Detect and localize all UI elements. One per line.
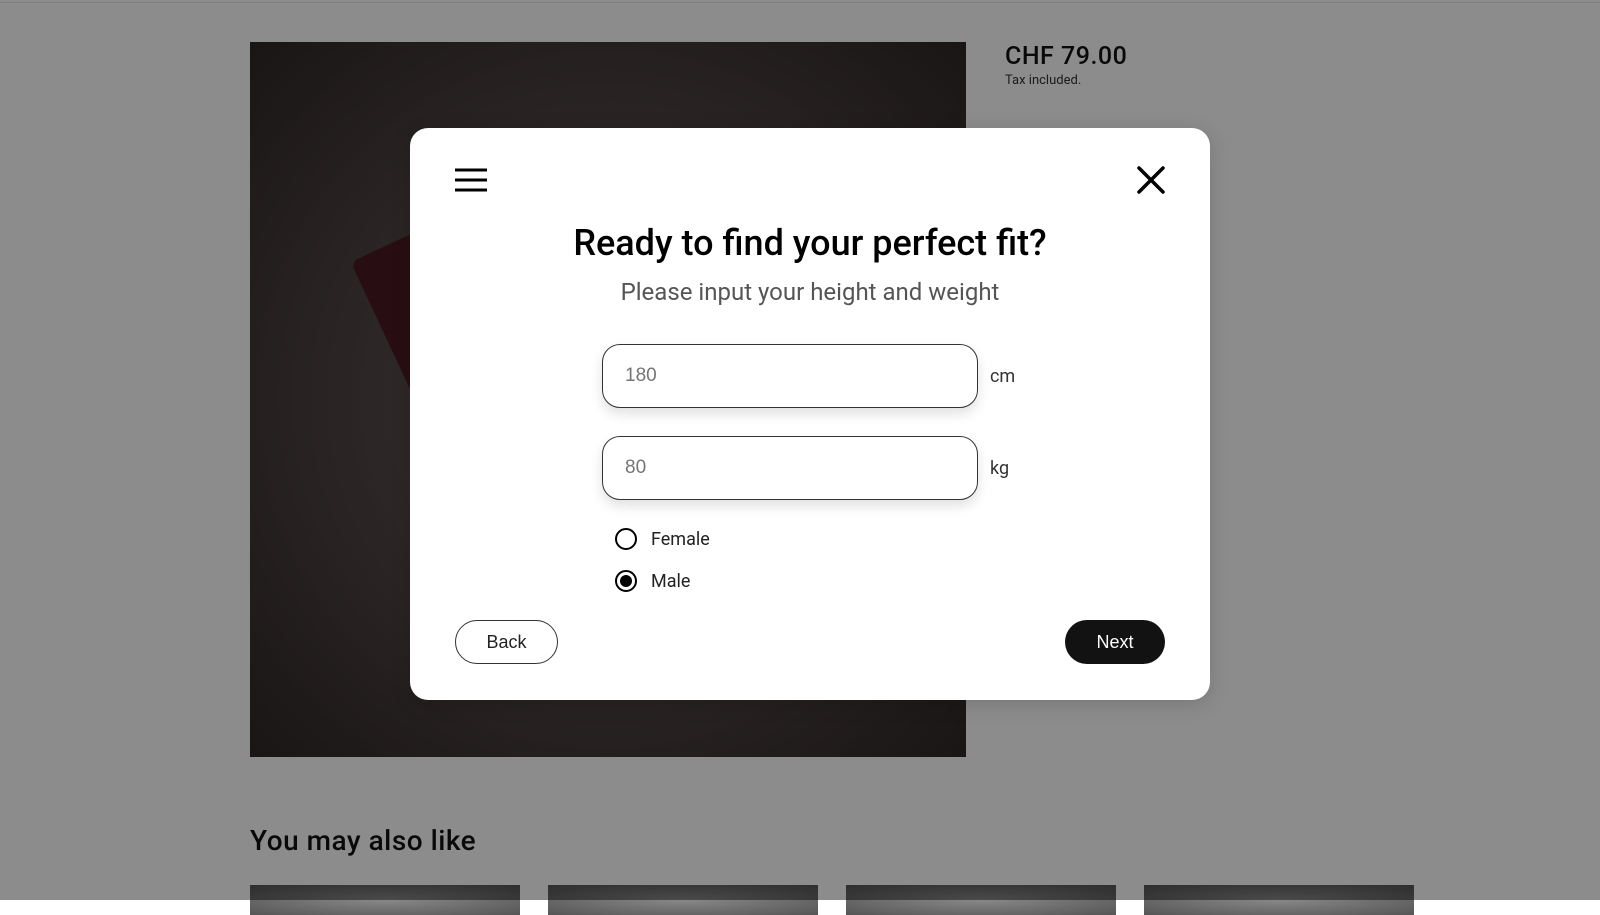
- radio-circle-icon: [615, 528, 637, 550]
- height-input-row: cm: [455, 344, 1165, 408]
- height-input[interactable]: [602, 344, 978, 408]
- height-unit: cm: [990, 366, 1018, 387]
- weight-input[interactable]: [602, 436, 978, 500]
- weight-unit: kg: [990, 458, 1018, 479]
- menu-icon[interactable]: [455, 167, 487, 193]
- modal-title: Ready to find your perfect fit?: [455, 222, 1165, 264]
- radio-male[interactable]: Male: [615, 570, 1165, 592]
- gender-radio-group: Female Male: [615, 528, 1165, 592]
- back-button[interactable]: Back: [455, 620, 558, 664]
- modal-subtitle: Please input your height and weight: [455, 278, 1165, 306]
- next-button[interactable]: Next: [1065, 620, 1165, 664]
- radio-dot-icon: [620, 575, 632, 587]
- radio-circle-icon: [615, 570, 637, 592]
- radio-female[interactable]: Female: [615, 528, 1165, 550]
- radio-male-label: Male: [651, 571, 690, 592]
- radio-female-label: Female: [651, 529, 710, 550]
- weight-input-row: kg: [455, 436, 1165, 500]
- size-finder-modal: Ready to find your perfect fit? Please i…: [410, 128, 1210, 700]
- close-icon[interactable]: [1137, 166, 1165, 194]
